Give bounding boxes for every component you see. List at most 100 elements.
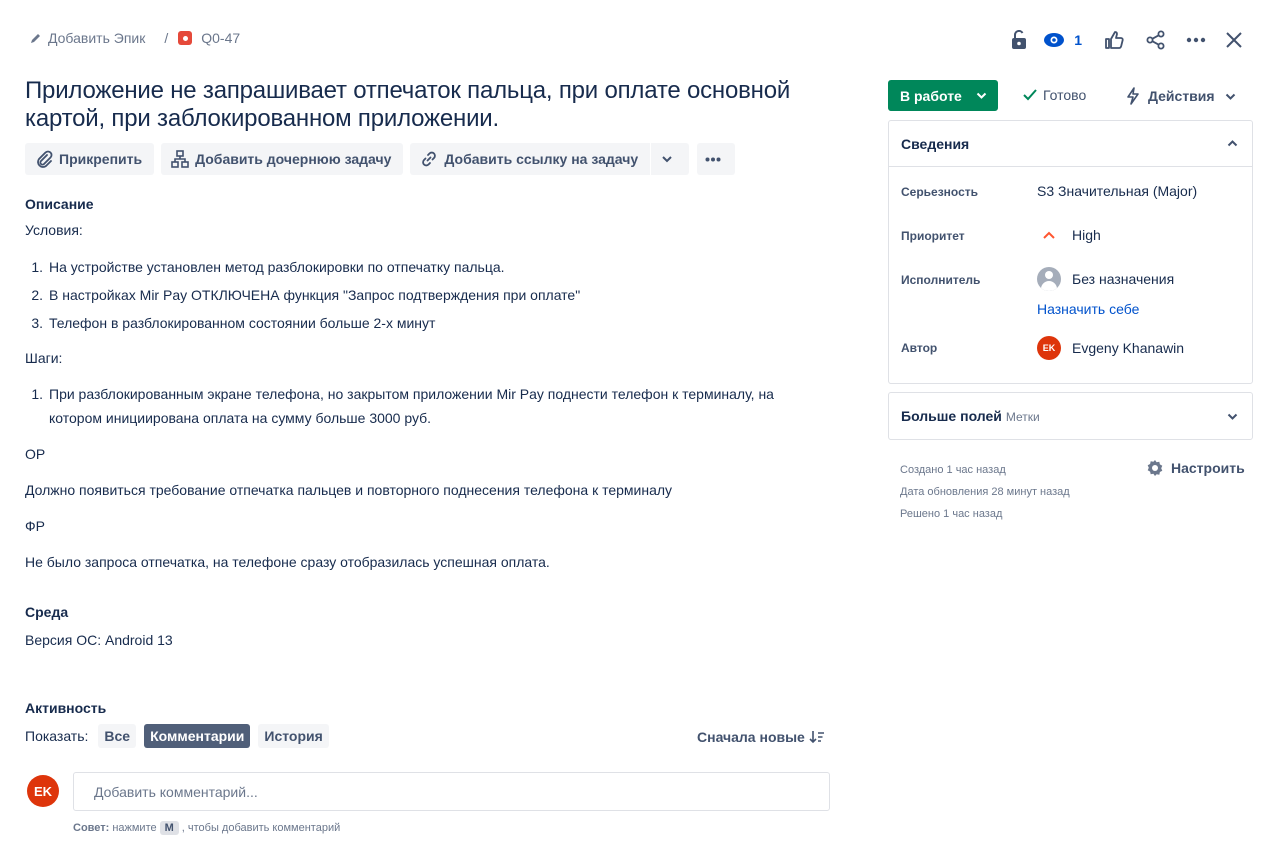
assignee-label: Исполнитель (901, 273, 981, 287)
chevron-up-icon (1227, 140, 1238, 147)
add-link-dropdown[interactable] (650, 143, 690, 175)
list-number: 2. (31, 287, 43, 303)
details-header[interactable]: Сведения (889, 121, 1252, 167)
breadcrumb: Добавить Эпик / Q0-47 (29, 30, 240, 46)
sort-label: Сначала новые (697, 729, 805, 745)
tip-prefix: Совет: (73, 822, 110, 834)
link-icon (422, 151, 437, 167)
list-item: 2. В настройках Mir Pay ОТКЛЮЧЕНА функция… (25, 281, 815, 309)
comment-tip: Совет: нажмите M , чтобы добавить коммен… (73, 821, 340, 835)
author-field[interactable]: EK Evgeny Khanawin (1037, 336, 1184, 360)
list-text: При разблокированным экране телефона, но… (49, 386, 774, 426)
configure-label: Настроить (1171, 460, 1245, 476)
actual-text: Не было запроса отпечатка, на телефоне с… (25, 554, 550, 570)
description-heading: Описание (25, 196, 94, 212)
more-icon[interactable] (1184, 26, 1208, 54)
filter-all-button[interactable]: Все (98, 724, 137, 748)
bug-icon (178, 31, 193, 45)
tip-key: M (159, 821, 179, 835)
add-child-label: Добавить дочернюю задачу (195, 151, 392, 167)
more-fields-title: Больше полей (901, 408, 1002, 424)
list-item: 1. На устройстве установлен метод разблок… (25, 253, 815, 281)
lightning-icon (1127, 87, 1139, 105)
gear-icon (1147, 460, 1163, 476)
done-label: Готово (1043, 87, 1087, 103)
severity-label: Серьезность (901, 185, 979, 199)
list-text: На устройстве установлен метод разблокир… (49, 259, 505, 275)
add-link-label: Добавить ссылку на задачу (444, 151, 639, 167)
lock-icon[interactable] (1006, 26, 1032, 54)
check-icon (1023, 89, 1037, 101)
severity-value[interactable]: S3 Значительная (Major) (1037, 183, 1197, 199)
list-number: 1. (31, 259, 43, 275)
issue-toolbar: Прикрепить Добавить дочернюю задачу Доба… (25, 143, 742, 175)
priority-high-icon (1043, 231, 1055, 239)
details-panel: Сведения Серьезность S3 Значительная (Ma… (888, 120, 1253, 384)
conditions-label: Условия: (25, 222, 83, 238)
watch-button[interactable]: 1 (1043, 26, 1082, 54)
environment-text: Версия ОС: Android 13 (25, 632, 173, 648)
priority-field[interactable]: High (1037, 227, 1101, 243)
close-icon[interactable] (1224, 26, 1244, 54)
chevron-down-icon (1227, 413, 1238, 420)
more-fields-panel[interactable]: Больше полей Метки (888, 392, 1253, 440)
list-number: 3. (31, 315, 43, 331)
activity-heading: Активность (25, 700, 107, 716)
issue-dates: Создано 1 час назад Дата обновления 28 м… (900, 459, 1070, 525)
list-number: 1. (31, 386, 43, 402)
sort-button[interactable]: Сначала новые (697, 729, 825, 745)
issue-key-link[interactable]: Q0-47 (201, 30, 240, 46)
filter-comments-button[interactable]: Комментарии (144, 724, 251, 748)
details-title: Сведения (901, 135, 970, 152)
list-text: В настройках Mir Pay ОТКЛЮЧЕНА функция "… (49, 287, 581, 303)
activity-filter-row: Показать: Все Комментарии История (25, 724, 337, 748)
assignee-field[interactable]: Без назначения (1037, 267, 1174, 291)
priority-value: High (1072, 227, 1101, 243)
add-epic-link[interactable]: Добавить Эпик (48, 30, 145, 46)
toolbar-more-button[interactable] (697, 143, 736, 175)
actions-label: Действия (1148, 88, 1215, 104)
hierarchy-icon (171, 150, 189, 168)
attach-button[interactable]: Прикрепить (25, 143, 155, 175)
pencil-icon (31, 34, 40, 43)
like-icon[interactable] (1102, 26, 1126, 54)
configure-button[interactable]: Настроить (1146, 459, 1245, 477)
updated-date: Дата обновления 28 минут назад (900, 486, 1070, 498)
more-fields-sub: Метки (1005, 410, 1040, 424)
list-item: 1. При разблокированным экране телефона, … (25, 382, 785, 430)
chevron-down-icon (1225, 93, 1235, 100)
priority-label: Приоритет (901, 229, 965, 243)
eye-icon (1044, 33, 1065, 47)
breadcrumb-separator: / (164, 30, 169, 46)
chevron-down-icon (662, 156, 672, 163)
comment-input[interactable]: Добавить комментарий... (73, 772, 830, 811)
unassigned-avatar (1037, 267, 1061, 291)
sort-icon (809, 731, 824, 744)
author-avatar: EK (1037, 336, 1061, 360)
resolved-date: Решено 1 час назад (900, 508, 1003, 520)
filter-history-button[interactable]: История (258, 724, 329, 748)
actual-label: ФР (25, 518, 45, 534)
add-child-button[interactable]: Добавить дочернюю задачу (161, 143, 404, 175)
assignee-value: Без назначения (1072, 271, 1175, 287)
show-label: Показать: (25, 728, 89, 744)
author-value: Evgeny Khanawin (1072, 340, 1185, 356)
watchers-count: 1 (1074, 32, 1082, 48)
list-text: Телефон в разблокированном состоянии бол… (49, 315, 436, 331)
assign-to-me-link[interactable]: Назначить себе (1037, 301, 1139, 317)
tip-suffix: , чтобы добавить комментарий (181, 822, 341, 834)
expected-label: ОР (25, 446, 46, 462)
attach-label: Прикрепить (59, 151, 143, 167)
chevron-down-icon (976, 92, 987, 99)
issue-title[interactable]: Приложение не запрашивает отпечаток паль… (25, 77, 835, 133)
tip-press: нажмите (112, 822, 157, 834)
add-link-button[interactable]: Добавить ссылку на задачу (410, 143, 651, 175)
actions-dropdown[interactable]: Действия (1126, 87, 1236, 105)
done-button[interactable]: Готово (1022, 87, 1086, 103)
status-dropdown[interactable]: В работе (888, 80, 998, 111)
share-icon[interactable] (1144, 26, 1168, 54)
expected-text: Должно появиться требование отпечатка па… (25, 482, 673, 498)
issue-header-actions: 1 (1006, 26, 1244, 54)
steps-list: 1. При разблокированным экране телефона, … (25, 382, 785, 430)
steps-label: Шаги: (25, 350, 63, 366)
